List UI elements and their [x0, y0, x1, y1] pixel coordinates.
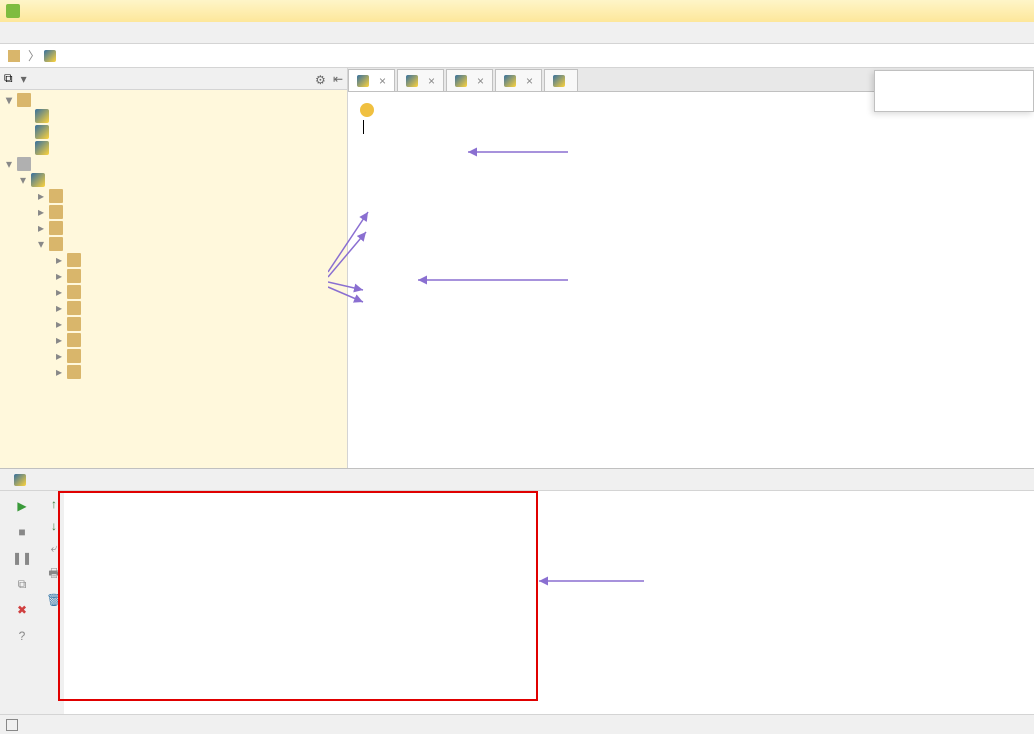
chevron-icon: 〉	[28, 47, 40, 64]
close-icon[interactable]: ×	[379, 74, 386, 88]
menu-refactor[interactable]	[84, 31, 100, 35]
tree-file[interactable]	[0, 108, 347, 124]
menu-file[interactable]	[4, 31, 20, 35]
breadcrumb: 〉	[0, 44, 1034, 68]
tree-lib-item[interactable]: ▸	[0, 332, 347, 348]
output-highlight-box	[58, 491, 538, 701]
menu-view[interactable]	[36, 31, 52, 35]
menu-bar	[0, 22, 1034, 44]
menu-tools[interactable]	[116, 31, 132, 35]
wrap-icon[interactable]: ⤶	[51, 541, 58, 556]
help-icon[interactable]: ?	[13, 627, 31, 645]
folder-icon	[8, 50, 20, 62]
close-icon[interactable]: ×	[526, 74, 533, 88]
tree-python[interactable]: ▾	[0, 172, 347, 188]
status-bar	[0, 714, 1034, 734]
code-editor[interactable]	[348, 92, 1034, 468]
tree-lib-item[interactable]: ▸	[0, 252, 347, 268]
python-file-icon	[14, 474, 26, 486]
tree-external-libs[interactable]: ▾	[0, 156, 347, 172]
arrow-output	[534, 571, 654, 591]
tree-file[interactable]	[0, 124, 347, 140]
tree-lib-item[interactable]: ▸	[0, 300, 347, 316]
tree-lib-item[interactable]: ▸	[0, 284, 347, 300]
tree-lib-item[interactable]: ▸	[0, 364, 347, 380]
trash-icon[interactable]: 🗑	[46, 593, 61, 607]
run-header	[0, 469, 1034, 491]
tree-node-lib[interactable]: ▾	[0, 236, 347, 252]
arrow-annotation	[328, 132, 588, 312]
menu-code[interactable]	[68, 31, 84, 35]
tree-lib-item[interactable]: ▸	[0, 316, 347, 332]
notification-popup[interactable]	[874, 70, 1034, 112]
editor-area: × × × ×	[348, 68, 1034, 468]
run-gutter: ▶ ■ ❚❚ ⧉ ✖ ?	[0, 491, 44, 714]
tab-contextlib[interactable]: ×	[495, 69, 542, 91]
run-panel: ▶ ■ ❚❚ ⧉ ✖ ? ↑ ↓ ⤶ 🖶 🗑	[0, 468, 1034, 714]
menu-window[interactable]	[148, 31, 164, 35]
status-icon[interactable]	[6, 719, 18, 731]
close-icon[interactable]: ×	[477, 74, 484, 88]
tree-lib-item[interactable]: ▸	[0, 348, 347, 364]
stop-icon[interactable]: ■	[13, 523, 31, 541]
gear-icon[interactable]: ⚙	[315, 73, 327, 85]
down-icon[interactable]: ↓	[51, 519, 57, 533]
python-file-icon	[44, 50, 56, 62]
title-bar	[0, 0, 1034, 22]
app-icon	[6, 4, 20, 18]
project-sidebar: ⧉ ▾ ⚙ ⇤ ▾ ▾ ▾ ▸ ▸ ▸ ▾ ▸ ▸ ▸ ▸ ▸	[0, 68, 348, 468]
run-icon[interactable]: ▶	[13, 497, 31, 515]
project-tool-header: ⧉ ▾ ⚙ ⇤	[0, 68, 347, 90]
up-icon[interactable]: ↑	[51, 497, 57, 511]
menu-navigate[interactable]	[52, 31, 68, 35]
tab-const[interactable]: ×	[397, 69, 444, 91]
tab-learn98[interactable]: ×	[348, 69, 395, 91]
menu-edit[interactable]	[20, 31, 36, 35]
bulb-icon[interactable]	[360, 103, 374, 117]
menu-run[interactable]	[100, 31, 116, 35]
menu-vcs[interactable]	[132, 31, 148, 35]
tree-node[interactable]: ▸	[0, 188, 347, 204]
tree-root[interactable]: ▾	[0, 92, 347, 108]
pause-icon[interactable]: ❚❚	[13, 549, 31, 567]
print-icon[interactable]: 🖶	[48, 564, 59, 585]
tree-node[interactable]: ▸	[0, 204, 347, 220]
tree-lib-item[interactable]: ▸	[0, 268, 347, 284]
project-tree: ▾ ▾ ▾ ▸ ▸ ▸ ▾ ▸ ▸ ▸ ▸ ▸ ▸ ▸ ▸	[0, 90, 347, 468]
tab-firstwork[interactable]: ×	[446, 69, 493, 91]
close-icon[interactable]: ×	[428, 74, 435, 88]
menu-help[interactable]	[164, 31, 180, 35]
tree-node[interactable]: ▸	[0, 220, 347, 236]
collapse-icon[interactable]: ⇤	[333, 72, 343, 86]
settings-icon[interactable]: ⧉	[13, 575, 31, 593]
tab-loadother[interactable]	[544, 69, 578, 91]
close-icon[interactable]: ✖	[13, 601, 31, 619]
tree-file[interactable]	[0, 140, 347, 156]
console-output[interactable]	[64, 491, 1034, 714]
